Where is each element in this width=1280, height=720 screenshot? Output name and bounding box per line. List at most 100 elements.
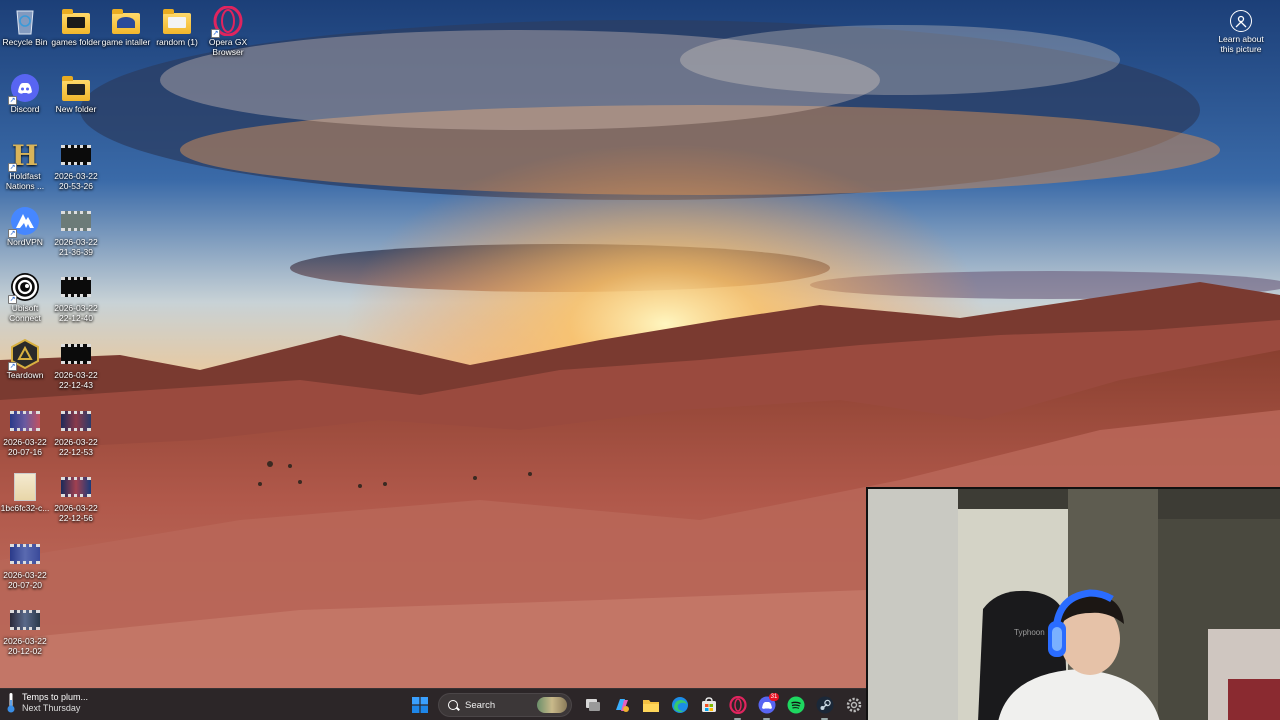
thermometer-icon xyxy=(7,692,15,714)
shortcut-arrow-icon: ↗ xyxy=(8,229,17,238)
learn-about-picture[interactable]: Learn about this picture xyxy=(1212,10,1270,54)
desktop-icon-label: Recycle Bin xyxy=(2,37,48,47)
desktop-icon-new-folder[interactable]: New folder xyxy=(50,73,102,115)
shortcut-arrow-icon: ↗ xyxy=(8,295,17,304)
edge-button[interactable] xyxy=(665,693,694,717)
gear-icon xyxy=(846,697,861,713)
desktop-icon-label: NordVPN xyxy=(7,237,43,247)
desktop-icon-games-folder[interactable]: games folder xyxy=(50,6,102,48)
desktop-icon-video-4[interactable]: 2026-03-22 22-12-43 xyxy=(50,339,102,390)
webcam-overlay: Typhoon xyxy=(866,487,1280,720)
desktop-icon-teardown[interactable]: ↗ Teardown xyxy=(0,339,51,381)
opera-gx-button[interactable] xyxy=(723,693,752,720)
weather-title: Temps to plum... xyxy=(22,692,89,702)
search-placeholder: Search xyxy=(465,699,496,711)
desktop-icon-opera-gx[interactable]: ↗ Opera GX Browser xyxy=(202,6,254,57)
desktop-icon-label: 2026-03-22 20-07-16 xyxy=(3,437,47,457)
microsoft-store-button[interactable] xyxy=(694,693,723,717)
shortcut-arrow-icon: ↗ xyxy=(211,29,220,38)
desktop-icon-recycle-bin[interactable]: Recycle Bin xyxy=(0,6,51,48)
desktop-icon-ubisoft-connect[interactable]: ↗ Ubisoft Connect xyxy=(0,272,51,323)
video-file-icon xyxy=(10,605,40,635)
nordvpn-icon: ↗ xyxy=(8,206,40,238)
desktop-icon-video-9[interactable]: 2026-03-22 20-12-02 xyxy=(0,605,51,656)
desktop-icon-discord[interactable]: ↗ Discord xyxy=(0,73,51,115)
task-view-icon xyxy=(585,699,600,711)
discord-button[interactable]: 31 xyxy=(752,693,781,720)
search-icon xyxy=(448,700,458,710)
desktop-icon-game-installer[interactable]: game intaller xyxy=(100,6,152,48)
steam-button[interactable] xyxy=(810,693,839,720)
desktop-icon-video-1[interactable]: 2026-03-22 20-53-26 xyxy=(50,140,102,191)
folder-icon xyxy=(111,6,141,36)
desktop-icon-video-2[interactable]: 2026-03-22 21-36-39 xyxy=(50,206,102,257)
task-view-button[interactable] xyxy=(578,693,607,717)
desktop-icon-video-5[interactable]: 2026-03-22 20-07-16 xyxy=(0,406,51,457)
spotify-button[interactable] xyxy=(781,693,810,717)
desktop-icon-label: 2026-03-22 20-53-26 xyxy=(54,171,98,191)
opera-gx-icon: ↗ xyxy=(211,6,243,38)
edge-icon xyxy=(671,697,688,713)
opera-gx-icon xyxy=(728,696,747,714)
video-file-icon xyxy=(10,406,40,436)
shortcut-arrow-icon: ↗ xyxy=(8,96,17,105)
desktop-icon-label: 2026-03-22 20-07-20 xyxy=(3,570,47,590)
start-button[interactable] xyxy=(405,693,434,717)
desktop-icon-video-6[interactable]: 2026-03-22 22-12-53 xyxy=(50,406,102,457)
desktop-icon-label: 2026-03-22 22-12-53 xyxy=(54,437,98,457)
copilot-button[interactable] xyxy=(607,693,636,717)
file-explorer-icon xyxy=(642,699,659,712)
desktop-icon-holdfast[interactable]: H ↗ Holdfast Nations ... xyxy=(0,139,51,191)
copilot-icon xyxy=(615,699,629,712)
desktop-icon-video-8[interactable]: 2026-03-22 20-07-20 xyxy=(0,539,51,590)
shortcut-arrow-icon: ↗ xyxy=(8,362,17,371)
desktop-icon-label: Holdfast Nations ... xyxy=(5,171,45,191)
ubisoft-connect-icon: ↗ xyxy=(8,272,40,304)
search-highlight-art xyxy=(537,697,567,713)
windows-logo-icon xyxy=(411,697,428,713)
video-file-icon xyxy=(10,539,40,569)
video-file-icon xyxy=(61,339,91,369)
video-file-icon xyxy=(61,272,91,302)
desktop-icon-label: 2026-03-22 20-12-02 xyxy=(3,636,47,656)
image-file-icon xyxy=(10,472,40,502)
desktop-icon-label: 2026-03-22 22-12-56 xyxy=(54,503,98,523)
weather-widget[interactable]: Temps to plum... Next Thursday xyxy=(7,692,89,714)
spotify-icon xyxy=(787,696,804,714)
desktop-icon-label: Opera GX Browser xyxy=(208,37,248,57)
desktop-icon-image-file[interactable]: 1bc6fc32-c... xyxy=(0,472,51,514)
settings-button[interactable] xyxy=(839,693,868,717)
camera-info-icon xyxy=(1230,10,1252,32)
desktop-icon-label: 2026-03-22 22-12-43 xyxy=(54,370,98,390)
desktop-icon-label: random (1) xyxy=(156,37,198,47)
desktop-icon-label: Ubisoft Connect xyxy=(9,303,41,323)
weather-subtitle: Next Thursday xyxy=(22,703,81,713)
store-icon xyxy=(701,697,716,712)
learn-about-label: Learn about this picture xyxy=(1218,34,1264,54)
desktop-icon-video-3[interactable]: 2026-03-22 22-12-40 xyxy=(50,272,102,323)
taskbar: Temps to plum... Next Thursday Search 31 xyxy=(0,688,866,720)
discord-notification-badge: 31 xyxy=(769,693,779,701)
shortcut-arrow-icon: ↗ xyxy=(8,163,17,172)
desktop-icon-label: games folder xyxy=(51,37,101,47)
folder-icon xyxy=(162,6,192,36)
chair-label: Typhoon xyxy=(1014,628,1045,637)
desktop-icon-label: Discord xyxy=(10,104,40,114)
recycle-bin-icon xyxy=(10,6,40,36)
video-file-icon xyxy=(61,406,91,436)
taskbar-apps: Search 31 xyxy=(405,693,868,720)
desktop-icon-label: Teardown xyxy=(6,370,44,380)
video-file-icon xyxy=(61,472,91,502)
desktop-icon-label: New folder xyxy=(55,104,97,114)
desktop-icon-random-folder[interactable]: random (1) xyxy=(151,6,203,48)
video-file-icon xyxy=(61,206,91,236)
desktop-icon-label: 1bc6fc32-c... xyxy=(0,503,50,513)
taskbar-search[interactable]: Search xyxy=(438,693,572,717)
desktop-icon-label: game intaller xyxy=(101,37,151,47)
folder-icon xyxy=(61,6,91,36)
teardown-icon: ↗ xyxy=(8,339,40,371)
desktop-icon-nordvpn[interactable]: ↗ NordVPN xyxy=(0,206,51,248)
desktop-icon-video-7[interactable]: 2026-03-22 22-12-56 xyxy=(50,472,102,523)
file-explorer-button[interactable] xyxy=(636,693,665,717)
discord-icon: ↗ xyxy=(8,73,40,105)
